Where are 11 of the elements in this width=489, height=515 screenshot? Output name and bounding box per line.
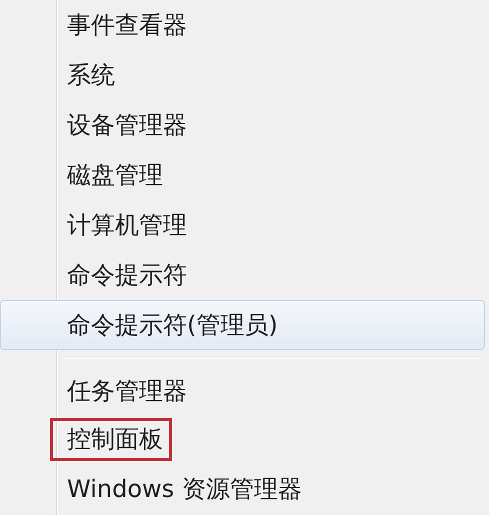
menu-item[interactable]: 设备管理器 xyxy=(0,100,489,150)
menu-item[interactable]: Windows 资源管理器 xyxy=(0,464,489,513)
menu-item[interactable]: 计算机管理 xyxy=(0,200,489,250)
outlined-label: 控制面板 xyxy=(53,421,169,458)
menu-item[interactable]: 系统 xyxy=(0,50,489,100)
menu-item[interactable]: 事件查看器 xyxy=(0,0,489,50)
menu-item[interactable]: 控制面板 xyxy=(0,415,489,464)
menu-item[interactable]: 命令提示符(管理员) xyxy=(0,300,485,350)
menu-item[interactable]: 任务管理器 xyxy=(0,366,489,415)
menu-item[interactable]: 磁盘管理 xyxy=(0,150,489,200)
menu-item[interactable]: 命令提示符 xyxy=(0,250,489,300)
